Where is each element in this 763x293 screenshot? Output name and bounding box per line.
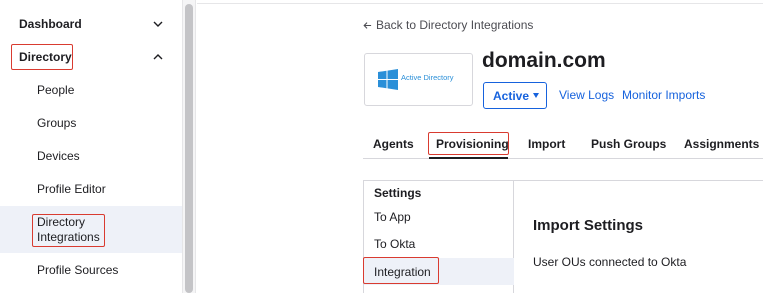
arrow-left-icon xyxy=(363,21,372,29)
monitor-imports-link[interactable]: Monitor Imports xyxy=(622,88,705,102)
logo-text: Active Directory xyxy=(401,73,454,82)
content-divider xyxy=(514,180,763,181)
sidebar-group-label: Dashboard xyxy=(19,17,82,31)
settings-nav-item-label: To App xyxy=(374,210,411,224)
sidebar-group-label: Directory xyxy=(19,50,72,64)
tab-push-groups[interactable]: Push Groups xyxy=(591,137,666,151)
sidebar-item-label: Directory Integrations xyxy=(37,215,100,245)
section-text: User OUs connected to Okta xyxy=(533,255,687,269)
tab-assignments[interactable]: Assignments xyxy=(684,137,759,151)
chevron-down-icon xyxy=(153,21,163,27)
settings-nav: Settings To App To Okta Integration xyxy=(363,180,514,293)
app-logo: Active Directory xyxy=(364,53,473,106)
sidebar-group-directory[interactable]: Directory xyxy=(0,45,182,69)
sidebar-item-label-line2: Integrations xyxy=(37,230,100,244)
settings-nav-item-integration[interactable]: Integration xyxy=(364,258,514,285)
sidebar-item-devices[interactable]: Devices xyxy=(0,144,182,168)
sidebar-item-label: Profile Editor xyxy=(37,182,106,196)
top-divider xyxy=(197,3,763,4)
sidebar-item-label-line1: Directory xyxy=(37,215,86,229)
tab-provisioning[interactable]: Provisioning xyxy=(436,137,509,151)
tab-import[interactable]: Import xyxy=(528,137,565,151)
settings-nav-item-to-app[interactable]: To App xyxy=(364,205,514,229)
sidebar: Dashboard Directory People Groups Device… xyxy=(0,0,182,293)
back-link[interactable]: Back to Directory Integrations xyxy=(363,18,533,32)
sidebar-item-profile-editor[interactable]: Profile Editor xyxy=(0,177,182,201)
sidebar-item-label: People xyxy=(37,83,75,97)
settings-nav-heading: Settings xyxy=(374,186,422,200)
sidebar-scrollbar-thumb[interactable] xyxy=(185,4,193,293)
settings-nav-item-to-okta[interactable]: To Okta xyxy=(364,232,514,256)
sidebar-item-people[interactable]: People xyxy=(0,78,182,102)
tab-active-indicator xyxy=(429,157,508,159)
sidebar-item-directory-integrations[interactable]: Directory Integrations xyxy=(0,206,182,253)
caret-down-icon xyxy=(533,93,539,98)
sidebar-item-profile-sources[interactable]: Profile Sources xyxy=(0,258,182,282)
tab-agents[interactable]: Agents xyxy=(373,137,414,151)
view-logs-link[interactable]: View Logs xyxy=(559,88,614,102)
sidebar-item-groups[interactable]: Groups xyxy=(0,111,182,135)
sidebar-item-label: Profile Sources xyxy=(37,263,119,277)
chevron-up-icon xyxy=(153,54,163,60)
settings-nav-item-label: To Okta xyxy=(374,237,416,251)
tab-bar: Agents Provisioning Import Push Groups A… xyxy=(363,131,763,159)
sidebar-item-label: Groups xyxy=(37,116,77,130)
windows-logo-icon xyxy=(378,69,398,90)
sidebar-item-label: Devices xyxy=(37,149,80,163)
status-dropdown[interactable]: Active xyxy=(483,82,547,109)
main-content: Back to Directory Integrations Active Di… xyxy=(197,0,763,293)
status-label: Active xyxy=(493,88,530,103)
page-title: domain.com xyxy=(482,49,606,72)
section-title: Import Settings xyxy=(533,217,644,234)
sidebar-group-dashboard[interactable]: Dashboard xyxy=(0,12,182,36)
back-link-label: Back to Directory Integrations xyxy=(376,18,534,32)
settings-nav-item-label: Integration xyxy=(374,264,431,279)
